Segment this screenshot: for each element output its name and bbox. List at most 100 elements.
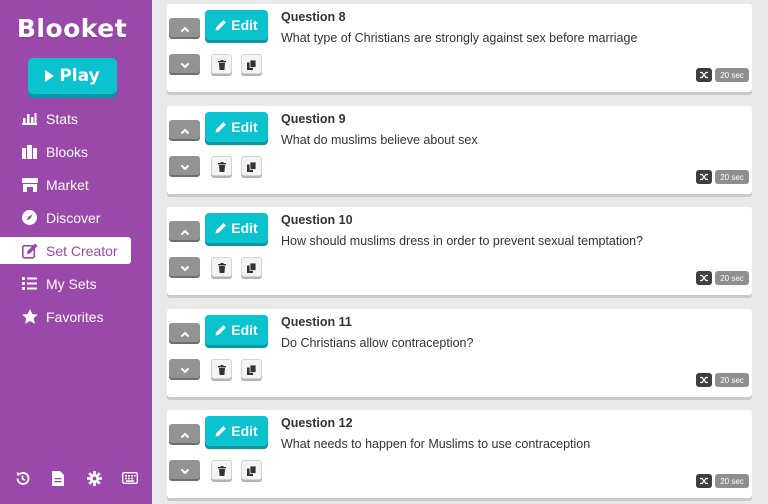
chevron-up-icon — [180, 221, 190, 240]
duplicate-button[interactable] — [241, 156, 262, 176]
pencil-icon — [215, 422, 227, 441]
sidebar-item-blooks[interactable]: Blooks — [0, 135, 152, 168]
move-up-button[interactable] — [169, 120, 200, 139]
copy-icon — [247, 461, 257, 480]
chevron-down-icon — [180, 257, 190, 276]
question-card: Edit Question 10 How should muslims dres… — [167, 207, 752, 295]
blooks-icon — [21, 143, 38, 160]
trash-icon — [217, 360, 226, 379]
sidebar-nav: Stats Blooks Market Discover Set Creator — [0, 102, 152, 333]
delete-button[interactable] — [211, 460, 232, 480]
chevron-down-icon — [180, 359, 190, 378]
move-down-button[interactable] — [169, 257, 200, 276]
copy-icon — [247, 258, 257, 277]
sidebar-item-label: Discover — [46, 209, 101, 226]
play-button[interactable]: Play — [28, 58, 117, 94]
shuffle-icon[interactable] — [696, 474, 712, 488]
market-icon — [21, 176, 38, 193]
pencil-icon — [215, 219, 227, 238]
edit-button-label: Edit — [231, 17, 258, 33]
delete-button[interactable] — [211, 257, 232, 277]
question-title: Question 11 — [281, 315, 352, 329]
question-card: Edit Question 8 What type of Christians … — [167, 4, 752, 92]
time-limit-badge[interactable]: 20 sec — [715, 373, 749, 387]
move-down-button[interactable] — [169, 460, 200, 479]
question-card: Edit Question 9 What do muslims believe … — [167, 106, 752, 194]
sidebar-item-set-creator[interactable]: Set Creator — [0, 237, 131, 264]
question-title: Question 9 — [281, 112, 346, 126]
blooket-logo[interactable]: Blooket — [0, 14, 144, 43]
chevron-down-icon — [180, 54, 190, 73]
trash-icon — [217, 258, 226, 277]
edit-button[interactable]: Edit — [205, 112, 268, 142]
shuffle-icon[interactable] — [696, 170, 712, 184]
edit-button-label: Edit — [231, 119, 258, 135]
scrollbar[interactable] — [152, 0, 160, 504]
move-down-button[interactable] — [169, 156, 200, 175]
question-list: Edit Question 8 What type of Christians … — [160, 0, 768, 504]
shuffle-icon[interactable] — [696, 68, 712, 82]
sidebar-item-discover[interactable]: Discover — [0, 201, 152, 234]
question-text: What type of Christians are strongly aga… — [281, 31, 638, 45]
edit-button-label: Edit — [231, 322, 258, 338]
move-down-button[interactable] — [169, 54, 200, 73]
sidebar-item-market[interactable]: Market — [0, 168, 152, 201]
duplicate-button[interactable] — [241, 460, 262, 480]
shuffle-icon[interactable] — [696, 373, 712, 387]
sidebar-item-stats[interactable]: Stats — [0, 102, 152, 135]
edit-button[interactable]: Edit — [205, 416, 268, 446]
move-down-button[interactable] — [169, 359, 200, 378]
history-icon[interactable] — [14, 470, 30, 486]
move-up-button[interactable] — [169, 221, 200, 240]
question-title: Question 8 — [281, 10, 346, 24]
chevron-down-icon — [180, 460, 190, 479]
time-limit-badge[interactable]: 20 sec — [715, 68, 749, 82]
question-text: What needs to happen for Muslims to use … — [281, 437, 591, 451]
chevron-down-icon — [180, 156, 190, 175]
edit-button-label: Edit — [231, 423, 258, 439]
duplicate-button[interactable] — [241, 54, 262, 74]
time-limit-badge[interactable]: 20 sec — [715, 170, 749, 184]
move-up-button[interactable] — [169, 18, 200, 37]
sidebar-item-label: Favorites — [46, 308, 104, 325]
play-button-label: Play — [59, 66, 100, 86]
delete-button[interactable] — [211, 54, 232, 74]
pencil-icon — [215, 118, 227, 137]
question-card: Edit Question 12 What needs to happen fo… — [167, 410, 752, 498]
compass-icon — [21, 209, 38, 226]
sidebar-item-label: Stats — [46, 110, 78, 127]
keyboard-icon[interactable] — [122, 470, 138, 486]
sidebar-item-favorites[interactable]: Favorites — [0, 300, 152, 333]
question-text: How should muslims dress in order to pre… — [281, 234, 643, 248]
move-up-button[interactable] — [169, 424, 200, 443]
edit-button[interactable]: Edit — [205, 315, 268, 345]
sidebar-item-label: Set Creator — [46, 242, 118, 259]
question-text: Do Christians allow contraception? — [281, 336, 474, 350]
edit-button[interactable]: Edit — [205, 10, 268, 40]
duplicate-button[interactable] — [241, 359, 262, 379]
chevron-up-icon — [180, 18, 190, 37]
shuffle-icon[interactable] — [696, 271, 712, 285]
edit-button[interactable]: Edit — [205, 213, 268, 243]
copy-icon — [247, 157, 257, 176]
document-icon[interactable] — [50, 470, 66, 486]
chevron-up-icon — [180, 120, 190, 139]
delete-button[interactable] — [211, 156, 232, 176]
sidebar: Blooket Play Stats Blooks Market Discove… — [0, 0, 152, 504]
sidebar-item-my-sets[interactable]: My Sets — [0, 267, 152, 300]
delete-button[interactable] — [211, 359, 232, 379]
trash-icon — [217, 157, 226, 176]
gear-icon[interactable] — [86, 470, 102, 486]
time-limit-badge[interactable]: 20 sec — [715, 271, 749, 285]
edit-button-label: Edit — [231, 220, 258, 236]
question-title: Question 12 — [281, 416, 353, 430]
question-title: Question 10 — [281, 213, 353, 227]
sidebar-item-label: Blooks — [46, 143, 89, 160]
copy-icon — [247, 55, 257, 74]
list-icon — [21, 275, 38, 292]
duplicate-button[interactable] — [241, 257, 262, 277]
move-up-button[interactable] — [169, 323, 200, 342]
play-icon — [45, 70, 55, 82]
chevron-up-icon — [180, 323, 190, 342]
time-limit-badge[interactable]: 20 sec — [715, 474, 749, 488]
